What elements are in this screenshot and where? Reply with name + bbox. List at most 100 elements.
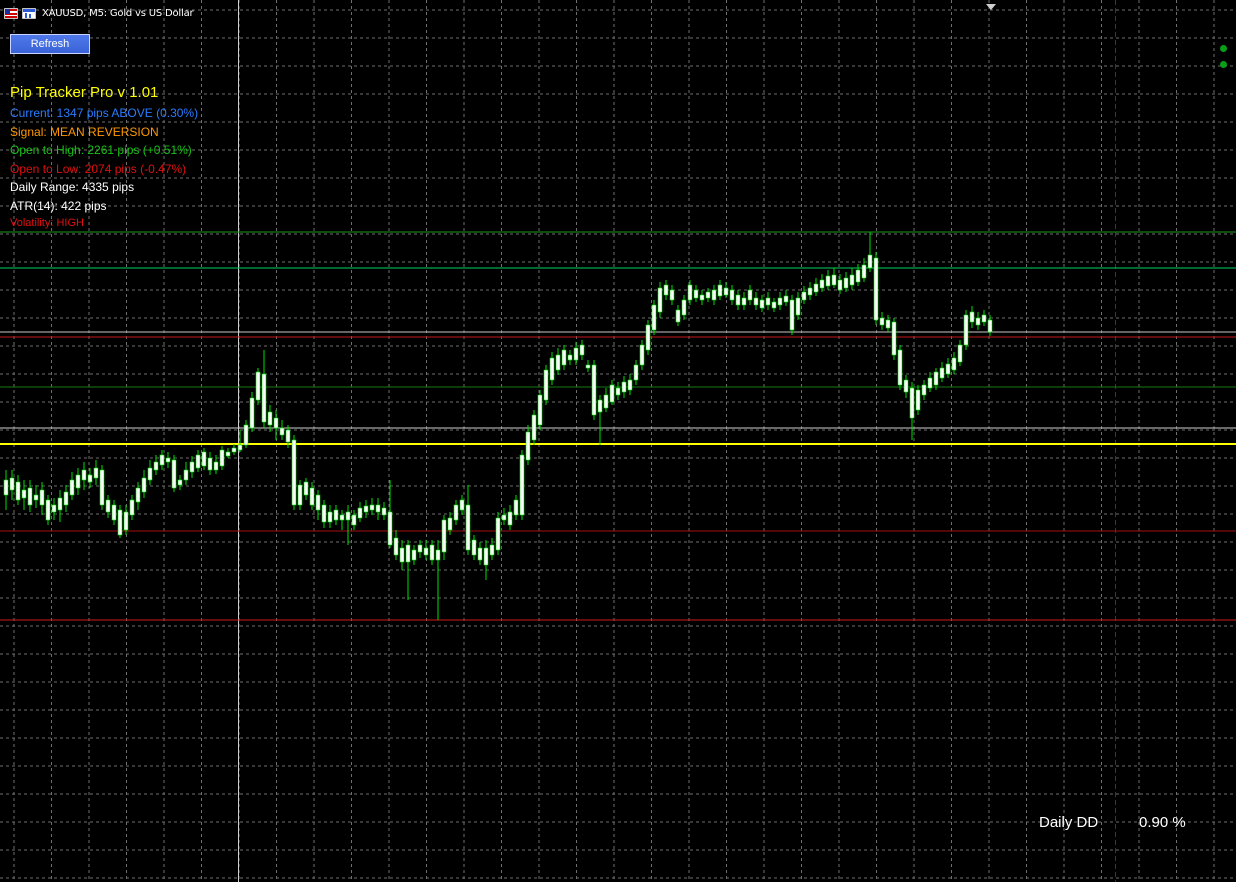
candle-body xyxy=(399,547,405,563)
candle-body xyxy=(177,479,183,486)
candle-body xyxy=(639,344,645,366)
candle-body xyxy=(777,297,783,306)
candle-body xyxy=(615,387,621,396)
candle-body xyxy=(117,509,123,536)
window-icon xyxy=(22,7,36,19)
candle-body xyxy=(573,347,579,361)
candle-body xyxy=(915,389,921,411)
candle-body xyxy=(111,504,117,521)
candle-body xyxy=(909,387,915,419)
candle-body xyxy=(141,477,147,493)
candle-body xyxy=(303,481,309,496)
candle-body xyxy=(219,449,225,467)
chart-title-bar: XAUUSD, M5: Gold vs US Dollar xyxy=(4,6,194,20)
candle-body xyxy=(273,417,279,429)
candle-body xyxy=(609,384,615,403)
refresh-button[interactable]: Refresh xyxy=(10,34,90,54)
candle-body xyxy=(123,511,129,531)
candle-body xyxy=(99,469,105,506)
candle-body xyxy=(867,254,873,269)
candle-body xyxy=(591,364,597,416)
candle-body xyxy=(375,504,381,513)
candle-body xyxy=(351,514,357,526)
candle-body xyxy=(939,367,945,379)
candle-body xyxy=(321,504,327,523)
candle-body xyxy=(231,447,237,453)
candle-body xyxy=(843,277,849,289)
candle-body xyxy=(87,474,93,483)
candle-body xyxy=(201,451,207,467)
green-dot-icon xyxy=(1220,45,1227,52)
candle-body xyxy=(75,474,81,489)
candle-body xyxy=(501,514,507,521)
candle-body xyxy=(855,269,861,283)
candle-body xyxy=(105,499,111,513)
candle-body xyxy=(225,451,231,457)
candle-body xyxy=(597,399,603,413)
candle-body xyxy=(525,431,531,461)
candle-body xyxy=(129,499,135,516)
volatility-line: Volatility: HIGH xyxy=(10,217,84,229)
candle-body xyxy=(549,357,555,381)
candle-body xyxy=(567,354,573,361)
candle-body xyxy=(741,297,747,306)
candle-body xyxy=(933,371,939,386)
candle-body xyxy=(495,517,501,551)
candle-body xyxy=(453,504,459,521)
candle-body xyxy=(585,364,591,369)
candle-body xyxy=(159,454,165,466)
candle-body xyxy=(315,494,321,511)
candle-body xyxy=(345,511,351,521)
candle-body xyxy=(951,357,957,371)
candle-body xyxy=(693,289,699,299)
candle-body xyxy=(207,457,213,471)
candle-body xyxy=(513,499,519,516)
candle-body xyxy=(297,484,303,506)
candle-body xyxy=(489,544,495,556)
candle-body xyxy=(183,469,189,481)
candle-body xyxy=(363,505,369,513)
candle-body xyxy=(603,394,609,409)
candle-body xyxy=(243,424,249,446)
candle-body xyxy=(555,354,561,371)
candle-body xyxy=(165,457,171,463)
candle-body xyxy=(957,344,963,363)
candle-body xyxy=(519,454,525,516)
candle-body xyxy=(423,547,429,556)
candle-body xyxy=(285,429,291,443)
candle-body xyxy=(471,539,477,556)
candle-body xyxy=(93,467,99,479)
atr-line: ATR(14): 422 pips xyxy=(10,198,107,213)
candle-body xyxy=(861,264,867,279)
candle-body xyxy=(147,467,153,481)
candle-body xyxy=(333,509,339,521)
candle-body xyxy=(663,284,669,296)
candle-body xyxy=(627,379,633,391)
candle-body xyxy=(633,364,639,381)
candle-body xyxy=(465,504,471,551)
green-dot-icon xyxy=(1220,61,1227,68)
candle-body xyxy=(885,319,891,329)
candle-body xyxy=(645,324,651,351)
daily-dd-value: 0.90 % xyxy=(1139,814,1186,831)
candle-body xyxy=(669,289,675,301)
candle-body xyxy=(21,489,27,499)
candle-body xyxy=(819,279,825,289)
daily-range-line: Daily Range: 4335 pips xyxy=(10,180,135,194)
candle-body xyxy=(441,519,447,553)
candle-body xyxy=(171,459,177,489)
candle-body xyxy=(801,291,807,301)
candle-body xyxy=(429,544,435,561)
current-pips-line: Current: 1347 pips ABOVE (0.30%) xyxy=(10,106,199,120)
candle-body xyxy=(195,454,201,469)
candle-body xyxy=(267,411,273,426)
candle-body xyxy=(153,461,159,471)
candle-body xyxy=(63,491,69,506)
candle-body xyxy=(621,381,627,393)
signal-line: Signal: MEAN REVERSION xyxy=(10,124,159,139)
candle-body xyxy=(873,257,879,321)
candle-body xyxy=(891,321,897,356)
candle-body xyxy=(327,511,333,523)
candle-body xyxy=(705,291,711,299)
candle-body xyxy=(507,511,513,526)
